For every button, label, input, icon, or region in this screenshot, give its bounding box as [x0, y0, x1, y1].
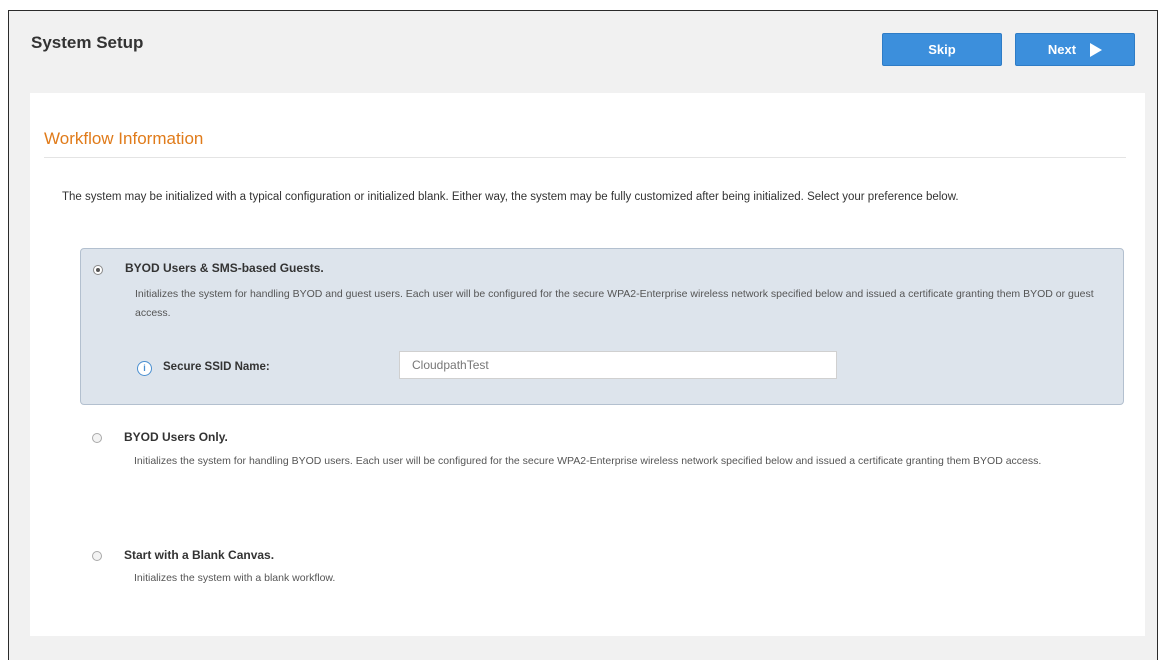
- radio-blank-canvas[interactable]: [92, 551, 102, 561]
- next-button-label: Next: [1047, 42, 1077, 57]
- workflow-panel: Workflow Information The system may be i…: [30, 93, 1145, 636]
- option-title: BYOD Users Only.: [124, 430, 228, 444]
- ssid-label: Secure SSID Name:: [163, 361, 270, 373]
- option-byod-sms-guests[interactable]: BYOD Users & SMS-based Guests. Initializ…: [80, 248, 1124, 405]
- option-description: Initializes the system for handling BYOD…: [134, 455, 1042, 467]
- play-icon: [1090, 42, 1103, 57]
- section-title: Workflow Information: [44, 129, 204, 148]
- option-description: Initializes the system for handling BYOD…: [135, 288, 1094, 319]
- info-icon[interactable]: i: [137, 361, 152, 376]
- page-title: System Setup: [31, 33, 144, 52]
- skip-button[interactable]: Skip: [882, 33, 1002, 66]
- option-title: BYOD Users & SMS-based Guests.: [125, 261, 324, 275]
- next-button[interactable]: Next: [1015, 33, 1135, 66]
- ssid-name-input[interactable]: [399, 351, 837, 379]
- option-blank-canvas[interactable]: Start with a Blank Canvas. Initializes t…: [80, 541, 1124, 601]
- radio-byod-sms-guests[interactable]: [93, 265, 103, 275]
- skip-button-label: Skip: [928, 42, 956, 57]
- option-byod-only[interactable]: BYOD Users Only. Initializes the system …: [80, 423, 1124, 503]
- section-divider: [44, 157, 1126, 158]
- setup-window: System Setup Skip Next Workflow Informat…: [8, 10, 1158, 660]
- option-description: Initializes the system with a blank work…: [134, 572, 336, 584]
- radio-byod-only[interactable]: [92, 433, 102, 443]
- option-title: Start with a Blank Canvas.: [124, 548, 275, 562]
- intro-text: The system may be initialized with a typ…: [62, 191, 959, 203]
